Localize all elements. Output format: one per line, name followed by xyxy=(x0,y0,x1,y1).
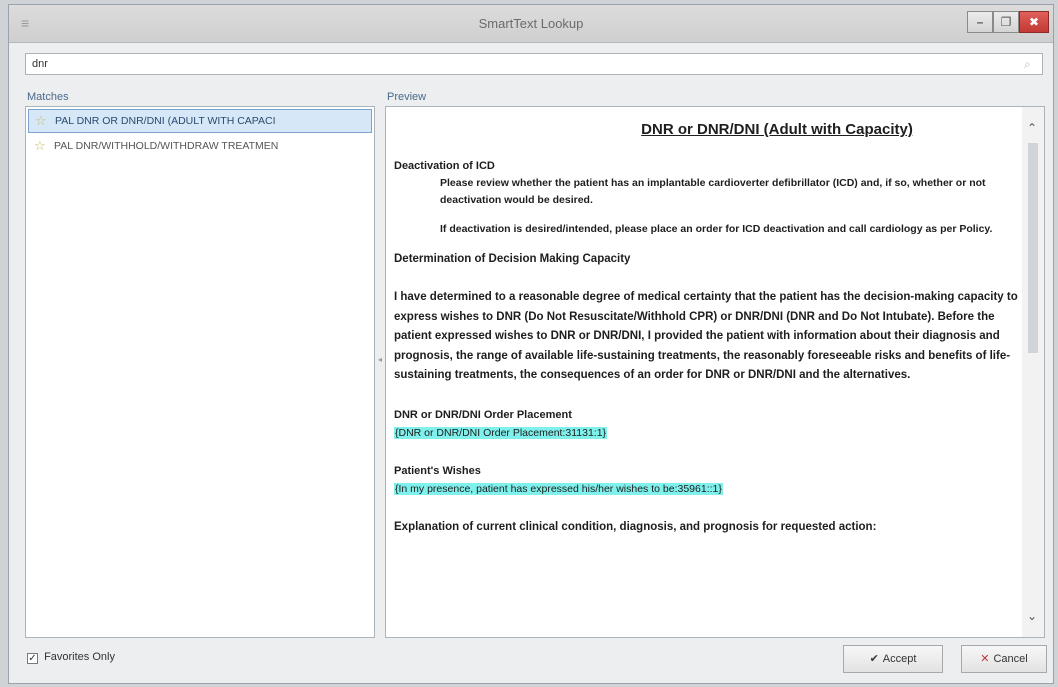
smartlist-field-wishes[interactable]: {In my presence, patient has expressed h… xyxy=(394,482,723,495)
section-heading-order: DNR or DNR/DNI Order Placement xyxy=(394,408,572,421)
search-input[interactable]: dnr ⌕ xyxy=(25,53,1043,75)
section-heading-icd: Deactivation of ICD xyxy=(394,160,495,172)
document-title: DNR or DNR/DNI (Adult with Capacity) xyxy=(641,121,913,138)
favorites-only-label: Favorites Only xyxy=(44,651,115,663)
list-item[interactable]: ☆ PAL DNR/WITHHOLD/WITHDRAW TREATMEN xyxy=(28,135,372,159)
list-item-label: PAL DNR/WITHHOLD/WITHDRAW TREATMEN xyxy=(54,140,279,152)
list-item-label: PAL DNR OR DNR/DNI (ADULT WITH CAPACI xyxy=(55,115,276,127)
maximize-button[interactable]: ❐ xyxy=(993,11,1019,33)
icd-paragraph-1: Please review whether the patient has an… xyxy=(440,177,986,206)
checkbox-icon[interactable]: ✓ xyxy=(27,653,38,664)
title-bar[interactable]: ≡ SmartText Lookup – ❐ ✖ xyxy=(9,5,1053,43)
search-input-value: dnr xyxy=(32,58,48,70)
cancel-label: Cancel xyxy=(993,653,1028,665)
preview-pane[interactable]: DNR or DNR/DNI (Adult with Capacity) Dea… xyxy=(385,106,1045,638)
window-title: SmartText Lookup xyxy=(478,16,584,31)
icd-paragraph-2: If deactivation is desired/intended, ple… xyxy=(440,223,993,235)
search-icon[interactable]: ⌕ xyxy=(1024,57,1038,71)
scroll-down-icon[interactable]: ⌄ xyxy=(1027,609,1037,623)
preview-document: DNR or DNR/DNI (Adult with Capacity) Dea… xyxy=(394,115,1020,631)
close-button[interactable]: ✖ xyxy=(1019,11,1049,33)
matches-list[interactable]: ☆ PAL DNR OR DNR/DNI (ADULT WITH CAPACI … xyxy=(25,106,375,638)
accept-button[interactable]: ✔ Accept xyxy=(843,645,943,673)
smartlist-field-order[interactable]: {DNR or DNR/DNI Order Placement:31131:1} xyxy=(394,426,608,439)
section-heading-capacity: Determination of Decision Making Capacit… xyxy=(394,253,631,265)
splitter-handle[interactable]: ◂ xyxy=(378,355,382,364)
star-icon[interactable]: ☆ xyxy=(35,110,47,132)
checkmark-icon: ✔ xyxy=(869,653,879,665)
section-heading-explanation: Explanation of current clinical conditio… xyxy=(394,520,877,533)
scroll-up-icon[interactable]: ⌃ xyxy=(1027,121,1037,135)
cancel-button[interactable]: ✕ Cancel xyxy=(961,645,1047,673)
minimize-button[interactable]: – xyxy=(967,11,993,33)
list-item[interactable]: ☆ PAL DNR OR DNR/DNI (ADULT WITH CAPACI xyxy=(28,109,372,133)
x-icon: ✕ xyxy=(980,653,990,665)
star-icon[interactable]: ☆ xyxy=(34,135,46,157)
smarttext-lookup-window: ≡ SmartText Lookup – ❐ ✖ dnr ⌕ Matches P… xyxy=(8,4,1054,684)
accept-label: Accept xyxy=(882,653,917,665)
scroll-thumb[interactable] xyxy=(1028,143,1038,353)
preview-label: Preview xyxy=(387,91,427,103)
favorites-only-checkbox[interactable]: ✓ Favorites Only xyxy=(27,651,115,664)
section-heading-wishes: Patient's Wishes xyxy=(394,464,481,477)
matches-label: Matches xyxy=(27,91,69,103)
preview-scrollbar[interactable]: ⌃ ⌄ xyxy=(1022,107,1044,637)
capacity-paragraph: I have determined to a reasonable degree… xyxy=(394,291,1018,381)
